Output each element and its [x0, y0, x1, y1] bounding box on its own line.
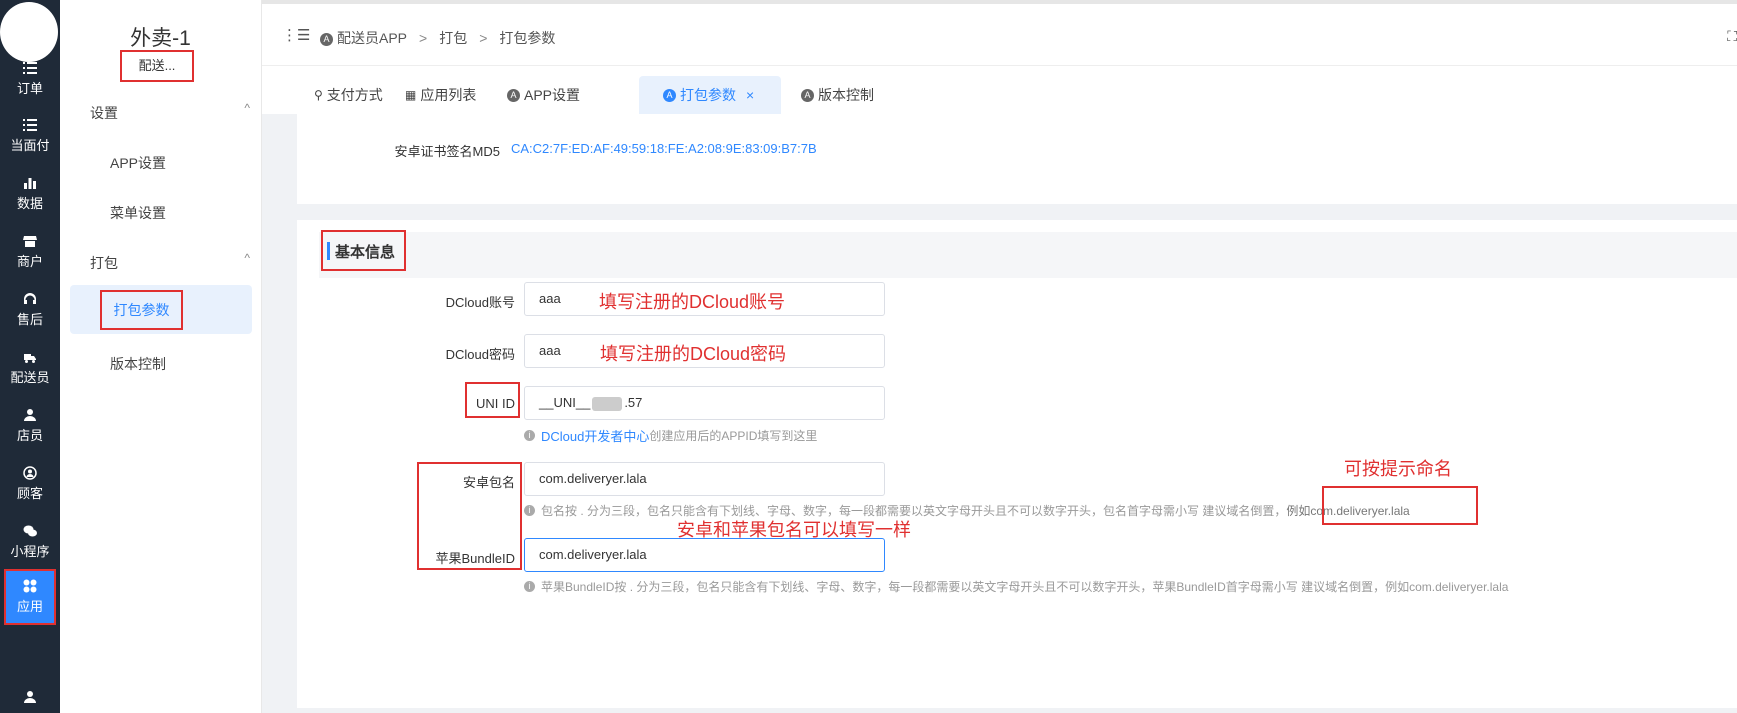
store-switcher[interactable]: 配送...: [120, 50, 194, 82]
info-icon: i: [524, 581, 535, 592]
rail-item-data[interactable]: 数据: [0, 165, 60, 223]
app-icon: A: [801, 88, 814, 102]
chevron-up-icon: ^: [244, 251, 250, 265]
rail-item-orders[interactable]: 订单: [0, 50, 60, 108]
list-icon: [23, 61, 37, 75]
wechat-icon: [23, 524, 37, 538]
tab-payment[interactable]: ⚲ 支付方式: [314, 76, 383, 114]
rail-item-label: 数据: [16, 196, 43, 211]
nav-rail: 订单 当面付 数据 商户 售后 配送员 店员 顾客 小程序 应用: [0, 0, 60, 713]
section-accent-bar: [327, 242, 330, 260]
ios-bundle-hint: i 苹果BundleID按 . 分为三段，包名只能含有下划线、字母、数字，每一段…: [524, 578, 1508, 595]
rail-item-facepay[interactable]: 当面付: [0, 107, 60, 165]
uni-id-hint: i DCloud开发者中心 创建应用后的APPID填写到这里: [524, 426, 817, 445]
breadcrumb: A 配送员APP > 打包 > 打包参数: [320, 28, 555, 48]
annotation-account: 填写注册的DCloud账号: [599, 292, 786, 312]
android-package-label: 安卓包名: [462, 475, 515, 490]
dcloud-password-label: DCloud密码: [445, 347, 515, 362]
rail-item-label: 当面付: [10, 138, 50, 153]
section-title: 基本信息: [335, 244, 396, 261]
annotation-naming: 可按提示命名: [1344, 459, 1452, 479]
collapse-menu-icon[interactable]: ⋮☰: [282, 26, 310, 44]
top-bar: ⋮☰ A 配送员APP > 打包 > 打包参数 ⛶: [262, 0, 1737, 66]
rail-item-more[interactable]: [0, 690, 60, 713]
tab-app-list[interactable]: ▦ 应用列表: [405, 76, 476, 114]
dcloud-dev-center-link[interactable]: DCloud开发者中心: [541, 426, 649, 445]
menu-item-menu-settings[interactable]: 菜单设置: [110, 203, 166, 223]
tab-version-control[interactable]: A 版本控制: [801, 76, 874, 114]
rail-item-courier[interactable]: 配送员: [0, 339, 60, 397]
dcloud-account-label: DCloud账号: [445, 295, 515, 310]
list-icon: [23, 118, 37, 132]
user-icon: ⚲: [314, 88, 323, 102]
grid-icon: ▦: [405, 88, 417, 102]
tab-bar: ⚲ 支付方式 ▦ 应用列表 A APP设置 A 打包参数 × A 版本控制: [262, 66, 1737, 114]
rail-item-apps[interactable]: 应用: [4, 569, 56, 625]
headset-icon: [23, 292, 37, 306]
bar-chart-icon: [23, 176, 37, 190]
redacted-blur: [592, 396, 623, 411]
breadcrumb-item[interactable]: A 配送员APP: [320, 28, 407, 48]
app-icon: A: [663, 88, 676, 102]
grid-icon: [23, 579, 37, 593]
cert-md5-value: CA:C2:7F:ED:AF:49:59:18:FE:A2:08:9E:83:0…: [511, 141, 817, 156]
breadcrumb-separator: >: [419, 30, 428, 46]
annotation-password: 填写注册的DCloud密码: [600, 344, 787, 364]
rail-item-label: 顾客: [16, 486, 43, 501]
tab-package-params[interactable]: A 打包参数 ×: [639, 76, 781, 114]
user-icon: [23, 690, 37, 704]
rail-item-customer[interactable]: 顾客: [0, 455, 60, 513]
breadcrumb-item[interactable]: 打包: [439, 28, 467, 48]
menu-item-version-control[interactable]: 版本控制: [110, 354, 166, 374]
ios-bundle-input[interactable]: com.deliveryer.lala: [524, 538, 885, 572]
cert-card: 安卓证书签名MD5 CA:C2:7F:ED:AF:49:59:18:FE:A2:…: [297, 114, 1737, 204]
close-icon[interactable]: ×: [746, 76, 754, 114]
cert-md5-label: 安卓证书签名MD5: [394, 144, 500, 159]
delivery-icon: [23, 350, 37, 364]
section-header: [319, 232, 1737, 278]
rail-item-merchant[interactable]: 商户: [0, 223, 60, 281]
rail-item-label: 商户: [16, 254, 43, 269]
store-name: 外卖-1: [130, 27, 191, 50]
main-content: 安卓证书签名MD5 CA:C2:7F:ED:AF:49:59:18:FE:A2:…: [262, 114, 1737, 713]
basic-info-card: 基本信息 DCloud账号 aaa 填写注册的DCloud账号 DCloud密码…: [297, 220, 1737, 708]
menu-group-settings[interactable]: 设置 ^: [90, 101, 250, 123]
menu-item-package-params[interactable]: 打包参数: [100, 290, 183, 330]
store-icon: [23, 234, 37, 248]
uni-id-input[interactable]: __UNI__ .57: [524, 386, 885, 420]
rail-item-staff[interactable]: 店员: [0, 397, 60, 455]
example-box: [1322, 486, 1478, 525]
rail-item-label: 配送员: [10, 370, 50, 385]
android-package-input[interactable]: com.deliveryer.lala: [524, 462, 885, 496]
rail-item-miniprogram[interactable]: 小程序: [0, 513, 60, 571]
rail-item-label: 应用: [16, 599, 43, 614]
app-icon: A: [507, 88, 520, 102]
android-package-hint: i 包名按 . 分为三段，包名只能含有下划线、字母、数字，每一段都需要以英文字母…: [524, 502, 1410, 519]
fullscreen-icon[interactable]: ⛶: [1727, 28, 1737, 45]
chevron-up-icon: ^: [244, 101, 250, 115]
rail-item-label: 订单: [16, 81, 43, 96]
rail-item-label: 小程序: [10, 544, 50, 559]
app-icon: A: [320, 32, 333, 46]
menu-group-packaging[interactable]: 打包 ^: [90, 251, 250, 273]
rail-item-aftersale[interactable]: 售后: [0, 281, 60, 339]
menu-group-label: 打包: [90, 255, 118, 271]
customer-icon: [23, 466, 37, 480]
user-icon: [23, 408, 37, 422]
uni-id-label: UNI ID: [476, 396, 515, 411]
menu-item-app-settings[interactable]: APP设置: [110, 153, 166, 173]
breadcrumb-item: 打包参数: [499, 30, 556, 46]
info-icon: i: [524, 505, 535, 516]
rail-item-label: 售后: [16, 312, 43, 327]
menu-group-label: 设置: [90, 105, 118, 121]
tab-app-settings[interactable]: A APP设置: [507, 76, 580, 114]
info-icon: i: [524, 430, 535, 441]
rail-item-label: 店员: [16, 428, 43, 443]
breadcrumb-separator: >: [479, 30, 488, 46]
ios-bundle-label: 苹果BundleID: [435, 551, 515, 566]
secondary-sidebar: 外卖-1 配送... 设置 ^ APP设置 菜单设置 打包 ^ 打包参数 版本控…: [60, 0, 262, 713]
